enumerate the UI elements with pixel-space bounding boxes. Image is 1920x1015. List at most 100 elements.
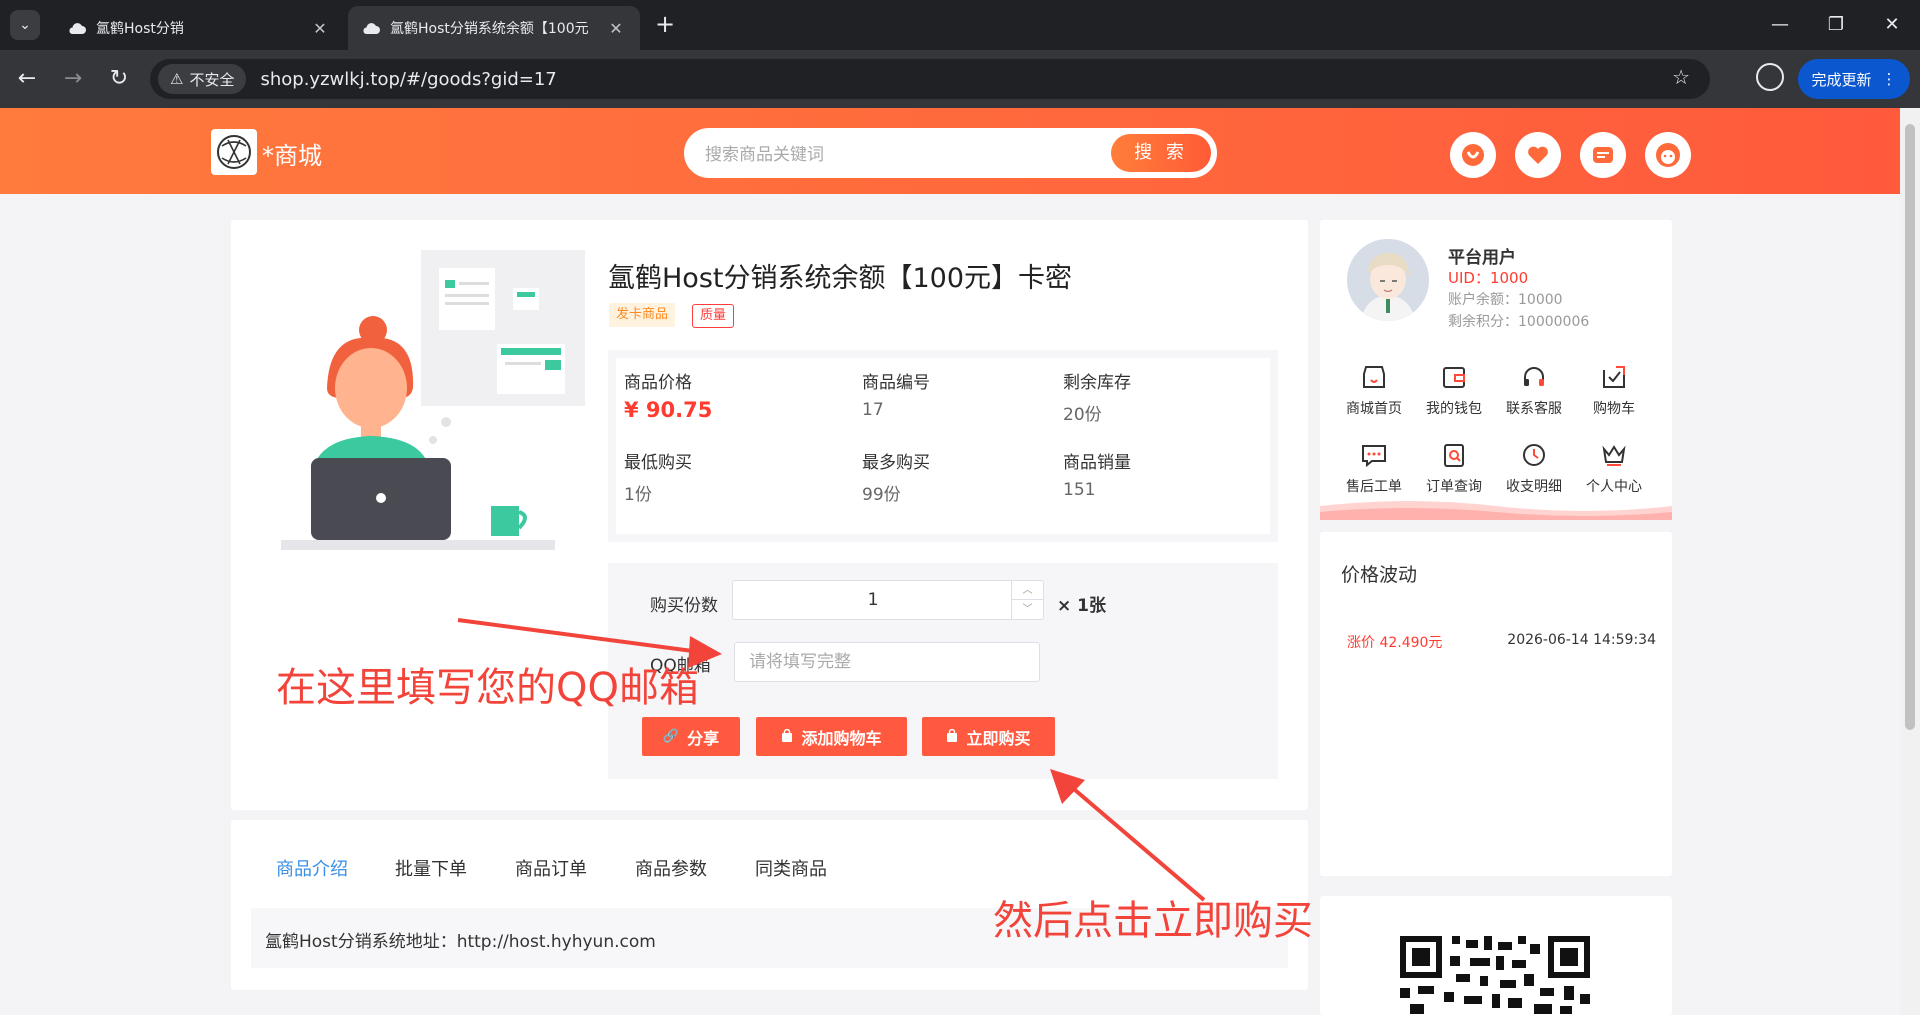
menu-after-sales[interactable]: 售后工单: [1334, 440, 1414, 496]
qq-email-field[interactable]: [734, 642, 1040, 682]
annotation-click-hint: 然后点击立即购买: [993, 898, 1313, 944]
sales-value: 151: [1063, 480, 1096, 500]
product-image: [281, 250, 585, 550]
tab-similar[interactable]: 同类商品: [755, 855, 827, 881]
user-balance: 账户余额：10000: [1448, 292, 1563, 308]
close-icon[interactable]: ✕: [606, 19, 626, 38]
price-value: ¥ 90.75: [624, 398, 713, 422]
quantity-label: 购买份数: [650, 596, 718, 616]
menu-order-query-label: 订单查询: [1426, 479, 1482, 495]
menu-wallet[interactable]: 我的钱包: [1414, 362, 1494, 418]
scrollbar-thumb[interactable]: [1905, 124, 1915, 730]
close-icon[interactable]: ✕: [310, 19, 330, 38]
menu-home-label: 商城首页: [1346, 401, 1402, 417]
crown-icon: [1599, 440, 1629, 470]
favorite-icon[interactable]: [1515, 132, 1561, 178]
browser-tab-2[interactable]: 氲鹤Host分销系统余额【100元 ✕: [348, 6, 640, 50]
cloud-icon: [362, 21, 380, 35]
warning-icon: ⚠: [170, 70, 184, 88]
user-card: 平台用户 UID：1000 账户余额：10000 剩余积分：10000006 商…: [1320, 220, 1672, 520]
new-tab-button[interactable]: +: [650, 10, 680, 40]
quality-tag: 质量: [692, 304, 735, 328]
message-icon[interactable]: [1580, 132, 1626, 178]
menu-support-label: 联系客服: [1506, 401, 1562, 417]
bookmark-star-icon[interactable]: ☆: [1672, 65, 1690, 89]
coupon-icon[interactable]: [1450, 132, 1496, 178]
qr-code-icon: [1400, 936, 1590, 1014]
add-cart-label: 添加购物车: [801, 728, 882, 748]
menu-home[interactable]: 商城首页: [1334, 362, 1414, 418]
product-title: 氲鹤Host分销系统余额【100元】卡密: [608, 263, 1073, 294]
service-icon[interactable]: [1645, 132, 1691, 178]
price-label: 商品价格: [624, 373, 692, 393]
bag-icon: [946, 727, 958, 746]
share-button[interactable]: 🔗 分享: [642, 717, 740, 756]
qr-code-card: [1320, 896, 1672, 1015]
bag-icon: [781, 727, 793, 746]
url-text[interactable]: shop.yzwlkj.top/#/goods?gid=17: [260, 69, 556, 90]
menu-profile-label: 个人中心: [1586, 479, 1642, 495]
restore-button[interactable]: ❐: [1806, 10, 1866, 40]
menu-profile[interactable]: 个人中心: [1574, 440, 1654, 496]
search-input[interactable]: [705, 142, 1085, 168]
headset-icon: [1519, 362, 1549, 392]
goods-id-value: 17: [862, 400, 884, 420]
tab-params[interactable]: 商品参数: [635, 855, 707, 881]
buy-now-button[interactable]: 立即购买: [922, 717, 1055, 756]
logo-icon[interactable]: [211, 129, 257, 175]
min-buy-label: 最低购买: [624, 453, 692, 473]
user-name: 平台用户: [1448, 248, 1516, 268]
stock-value: 20份: [1063, 405, 1102, 425]
menu-after-sales-label: 售后工单: [1346, 479, 1402, 495]
menu-wallet-label: 我的钱包: [1426, 401, 1482, 417]
browser-tab-1[interactable]: 氲鹤Host分销 ✕: [54, 6, 344, 50]
forward-button[interactable]: →: [58, 64, 88, 94]
security-label: 不安全: [189, 70, 235, 89]
quantity-stepper[interactable]: 1 ︿ ﹀: [732, 580, 1044, 620]
menu-cart[interactable]: 购物车: [1574, 362, 1654, 418]
tab-search-button[interactable]: ⌄: [10, 10, 40, 40]
menu-transactions[interactable]: 收支明细: [1494, 440, 1574, 496]
address-bar[interactable]: ⚠ 不安全 shop.yzwlkj.top/#/goods?gid=17 ☆: [150, 59, 1710, 99]
chevron-down-icon: ﹀: [1022, 604, 1033, 615]
close-window-button[interactable]: ✕: [1862, 10, 1920, 40]
security-chip[interactable]: ⚠ 不安全: [158, 64, 247, 94]
cloud-icon: [68, 21, 86, 35]
page-scrollbar[interactable]: [1900, 108, 1920, 1015]
user-uid: UID：1000: [1448, 269, 1529, 287]
update-label: 完成更新: [1811, 70, 1872, 89]
product-type-tag: 发卡商品: [609, 303, 676, 327]
sales-label: 商品销量: [1063, 453, 1131, 473]
tab-title: 氲鹤Host分销: [96, 21, 184, 37]
decrement-button[interactable]: ﹀: [1011, 600, 1043, 619]
tab-title: 氲鹤Host分销系统余额【100元: [390, 21, 589, 37]
product-info-grid: 商品价格 ¥ 90.75 商品编号 17 剩余库存 20份 最低购买 1份 最多…: [616, 358, 1270, 534]
back-button[interactable]: ←: [12, 64, 42, 94]
increment-button[interactable]: ︿: [1011, 581, 1043, 600]
profile-icon[interactable]: [1756, 63, 1784, 91]
decorative-wave: [1320, 501, 1672, 520]
menu-cart-label: 购物车: [1593, 401, 1635, 417]
price-fluctuation-title: 价格波动: [1341, 564, 1418, 586]
menu-support[interactable]: 联系客服: [1494, 362, 1574, 418]
product-card: 氲鹤Host分销系统余额【100元】卡密 发卡商品 质量 商品价格 ¥ 90.7…: [231, 220, 1308, 810]
update-button[interactable]: 完成更新 ⋮: [1798, 59, 1910, 99]
avatar[interactable]: [1347, 239, 1429, 321]
store-icon: [1359, 362, 1389, 392]
minimize-button[interactable]: —: [1750, 10, 1810, 40]
tab-description[interactable]: 商品介绍: [276, 855, 348, 881]
product-info-box: 商品价格 ¥ 90.75 商品编号 17 剩余库存 20份 最低购买 1份 最多…: [608, 350, 1278, 542]
price-change-time: 2026-06-14 14:59:34: [1507, 632, 1656, 648]
max-buy-label: 最多购买: [862, 453, 930, 473]
quantity-value[interactable]: 1: [733, 581, 1013, 619]
menu-order-query[interactable]: 订单查询: [1414, 440, 1494, 496]
search-button[interactable]: 搜 索: [1111, 134, 1211, 172]
add-cart-button[interactable]: 添加购物车: [756, 717, 907, 756]
goods-id-label: 商品编号: [862, 373, 930, 393]
tab-orders[interactable]: 商品订单: [515, 855, 587, 881]
quantity-unit: × 1张: [1057, 596, 1106, 616]
logo-text[interactable]: *商城: [262, 136, 322, 171]
buy-now-label: 立即购买: [966, 728, 1031, 748]
reload-button[interactable]: ↻: [104, 64, 134, 94]
tab-bulk-order[interactable]: 批量下单: [395, 855, 467, 881]
